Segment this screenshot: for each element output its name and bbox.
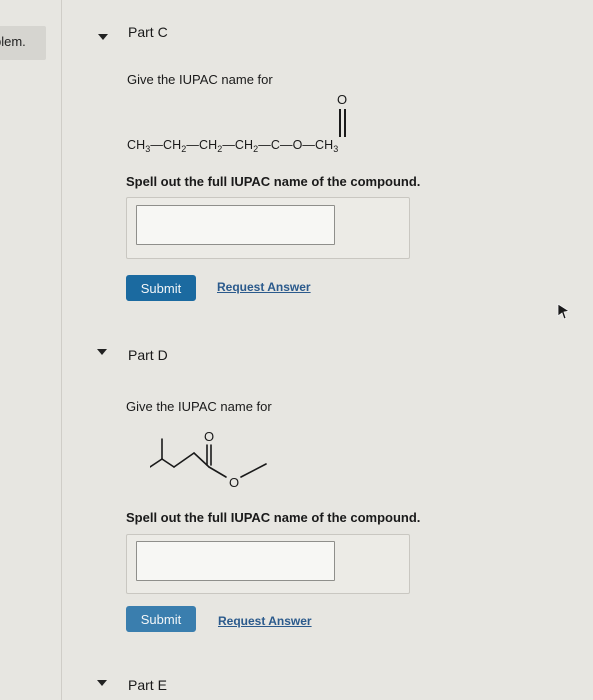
part-e-title[interactable]: Part E xyxy=(128,677,167,693)
formula-seg: —CH xyxy=(150,138,182,152)
part-d-request-answer-link[interactable]: Request Answer xyxy=(218,614,312,628)
carbonyl-oxygen-label: O xyxy=(337,92,348,107)
previous-problem-tab[interactable]: blem. xyxy=(0,26,46,60)
part-c-submit-button[interactable]: Submit xyxy=(126,275,196,301)
part-c-answer-input[interactable] xyxy=(136,205,335,245)
part-d-title[interactable]: Part D xyxy=(128,347,168,363)
formula-seg: —CH xyxy=(186,138,218,152)
formula-seg: —C—O—CH xyxy=(258,138,334,152)
part-c-answer-panel xyxy=(126,197,410,259)
caret-down-icon[interactable] xyxy=(97,680,107,686)
caret-down-icon[interactable] xyxy=(97,349,107,355)
caret-down-icon[interactable] xyxy=(98,34,108,40)
part-c-instruction: Spell out the full IUPAC name of the com… xyxy=(126,174,421,189)
part-d-answer-panel xyxy=(126,534,410,594)
ester-oxygen-label: O xyxy=(229,475,239,490)
part-d-instruction: Spell out the full IUPAC name of the com… xyxy=(126,510,421,525)
double-bond-left xyxy=(339,109,341,137)
part-d-submit-button[interactable]: Submit xyxy=(126,606,196,632)
mouse-pointer-icon xyxy=(557,303,571,320)
formula-seg: CH xyxy=(127,138,146,152)
previous-problem-label: blem. xyxy=(0,34,26,49)
sidebar-divider xyxy=(61,0,62,700)
formula-subscript: 3 xyxy=(333,144,339,154)
part-d-prompt: Give the IUPAC name for xyxy=(126,399,272,414)
double-bond-right xyxy=(344,109,346,137)
carbonyl-oxygen-label: O xyxy=(204,429,214,444)
part-c-request-answer-link[interactable]: Request Answer xyxy=(217,280,311,294)
part-d-skeletal-structure: O O xyxy=(150,429,267,490)
formula-seg: —CH xyxy=(222,138,254,152)
part-d-answer-input[interactable] xyxy=(136,541,335,581)
part-c-prompt: Give the IUPAC name for xyxy=(127,72,273,87)
part-c-condensed-formula: CH3—CH2—CH2—CH2—C—O—CH3 xyxy=(127,138,338,154)
part-c-title[interactable]: Part C xyxy=(128,24,168,40)
